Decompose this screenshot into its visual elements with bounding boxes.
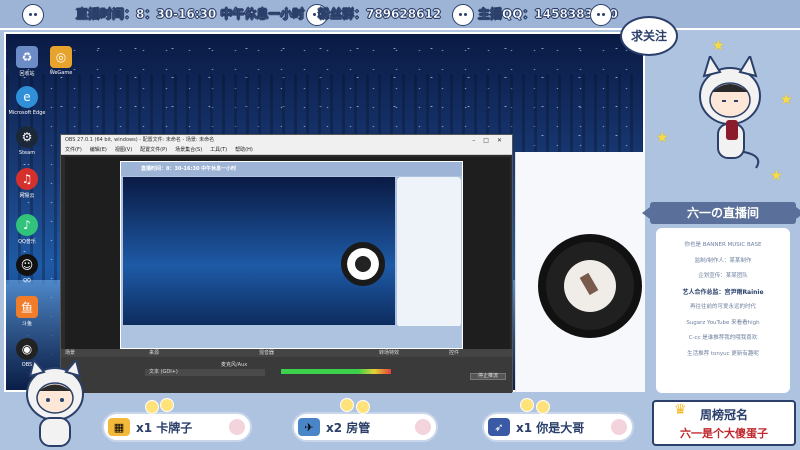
gift-text: x2 房管 (326, 421, 371, 435)
channel-ribbon: 六一の直播间 (642, 202, 800, 224)
desktop-icon-netease[interactable]: ♫ 网易云 (8, 168, 46, 199)
music-player-panel (515, 152, 645, 392)
menu-file[interactable]: 文件(F) (65, 146, 82, 154)
obs-docks: 场景 来源 混音器 转场特效 控件 文本 (GDI+) 麦克风/Aux 停止推流 (61, 349, 512, 393)
dock-controls[interactable]: 控件 (445, 349, 459, 357)
nested-vinyl-disc (341, 242, 385, 286)
steam-icon: ⚙ (16, 126, 38, 148)
chick-icon (145, 400, 159, 414)
credit-line: Sugarz YouTube 来看看high (686, 319, 760, 326)
douyu-icon: 鱼 (16, 296, 38, 318)
dock-transitions[interactable]: 转场特效 (375, 349, 445, 357)
credit-line: 你也是 BANNER MUSIC BASE (684, 242, 762, 248)
menu-view[interactable]: 视图(V) (115, 146, 132, 154)
desktop-icon-wegame[interactable]: ◎ WeGame (42, 46, 80, 76)
source-item[interactable]: 文本 (GDI+) (145, 369, 265, 376)
obs-preview[interactable]: 直播时间：8：30-16:30 中午休息一小时 (65, 157, 510, 349)
paw-icon (414, 418, 432, 436)
chick-icon (356, 400, 370, 414)
desktop-icon-recycle-bin[interactable]: ♻ 回收站 (8, 46, 46, 77)
crown-icon: ♛ (674, 402, 687, 418)
cat-face-icon (452, 4, 474, 26)
gift-text: x1 你是大哥 (516, 421, 585, 435)
header-bar: 直播时间：8：30-16:30 中午休息一小时 粉丝群：789628612 主播… (0, 0, 800, 30)
credit-line: 企划宣传：某某团队 (698, 273, 748, 279)
nested-stream-preview: 直播时间：8：30-16:30 中午休息一小时 (120, 161, 463, 349)
cat-hood-character (699, 56, 761, 169)
qq-icon: ☺ (16, 254, 38, 276)
desktop-icon-douyu[interactable]: 鱼 斗鱼 (8, 296, 46, 327)
obs-window[interactable]: OBS 27.0.1 (64 bit, windows) - 配置文件: 未命名… (60, 134, 513, 393)
nested-bottom-bar (121, 326, 462, 348)
credit-line: 生活推荐 tonyuc 更新有趣呢 (687, 350, 759, 357)
fan-group-text: 粉丝群：789628612 (318, 7, 442, 21)
menu-profile[interactable]: 配置文件(P) (140, 146, 167, 154)
nested-sidebar (397, 177, 461, 327)
window-controls[interactable]: –□✕ (472, 135, 510, 146)
desktop-icon-steam[interactable]: ⚙ Steam (8, 126, 46, 156)
paw-icon (610, 418, 628, 436)
desktop-icon-qq[interactable]: ☺ QQ (8, 254, 46, 284)
menu-edit[interactable]: 编辑(E) (90, 146, 107, 154)
star-icon: ★ (712, 38, 725, 54)
desktop-icon-qqmusic[interactable]: ♪ QQ音乐 (8, 214, 46, 245)
menu-help[interactable]: 帮助(H) (235, 146, 253, 154)
audio-source-label: 麦克风/Aux (221, 362, 248, 368)
chick-icon (160, 398, 174, 412)
chick-icon (520, 398, 534, 412)
dock-scenes[interactable]: 场景 (61, 349, 145, 357)
wegame-icon: ◎ (50, 46, 72, 68)
credit-line: 监制/制作人：某某制作 (694, 257, 752, 264)
schedule-text: 直播时间：8：30-16:30 中午休息一小时 (76, 7, 305, 21)
qq-music-icon: ♪ (16, 214, 38, 236)
admin-gift-icon: ✈ (298, 418, 320, 436)
speech-bubble: 求关注 (620, 16, 678, 56)
nested-header: 直播时间：8：30-16:30 中午休息一小时 (121, 162, 462, 176)
cat-hood-mascot (26, 360, 84, 447)
audio-meter (281, 369, 391, 374)
gift-text: x1 卡牌子 (136, 421, 193, 435)
star-icon: ★ (770, 168, 783, 184)
vinyl-disc (538, 234, 642, 338)
album-cover (564, 260, 616, 312)
dock-mixer[interactable]: 混音器 (255, 349, 375, 357)
weekly-name: 六一是个大傻蛋子 (680, 427, 768, 440)
chick-icon (340, 398, 354, 412)
rocket-gift-icon: ➶ (488, 418, 510, 436)
cat-face-icon (22, 4, 44, 26)
credit-line-highlight: 艺人合作总监：宫尹雨Rainie (682, 288, 764, 296)
menu-scene-collection[interactable]: 场景集合(S) (175, 146, 202, 154)
desktop-icon-edge[interactable]: e Microsoft Edge (8, 86, 46, 116)
stop-stream-button[interactable]: 停止推流 (470, 373, 506, 380)
star-icon: ★ (780, 92, 793, 108)
obs-title-bar[interactable]: OBS 27.0.1 (64 bit, windows) - 配置文件: 未命名… (61, 135, 512, 146)
credits-panel: 你也是 BANNER MUSIC BASE 监制/制作人：某某制作 企划宣传：某… (656, 228, 790, 393)
menu-tools[interactable]: 工具(T) (210, 146, 227, 154)
dock-sources[interactable]: 来源 (145, 349, 255, 357)
edge-icon: e (16, 86, 38, 108)
paw-icon (228, 418, 246, 436)
star-icon: ★ (656, 130, 669, 146)
recycle-bin-icon: ♻ (16, 46, 38, 68)
card-gift-icon: ▦ (108, 418, 130, 436)
chick-icon (536, 400, 550, 414)
obs-icon: ◉ (16, 338, 38, 360)
obs-menu-bar: 文件(F) 编辑(E) 视图(V) 配置文件(P) 场景集合(S) 工具(T) … (61, 146, 512, 155)
dock-headers: 场景 来源 混音器 转场特效 控件 (61, 349, 512, 357)
obs-window-title: OBS 27.0.1 (64 bit, windows) - 配置文件: 未命名… (65, 137, 215, 143)
credit-line: 再往往前的可爱永远的时代 (689, 304, 756, 310)
netease-music-icon: ♫ (16, 168, 38, 190)
credit-line: C-cc 是谁推荐我的哦我喜欢 (688, 335, 758, 341)
cat-face-icon (590, 4, 612, 26)
